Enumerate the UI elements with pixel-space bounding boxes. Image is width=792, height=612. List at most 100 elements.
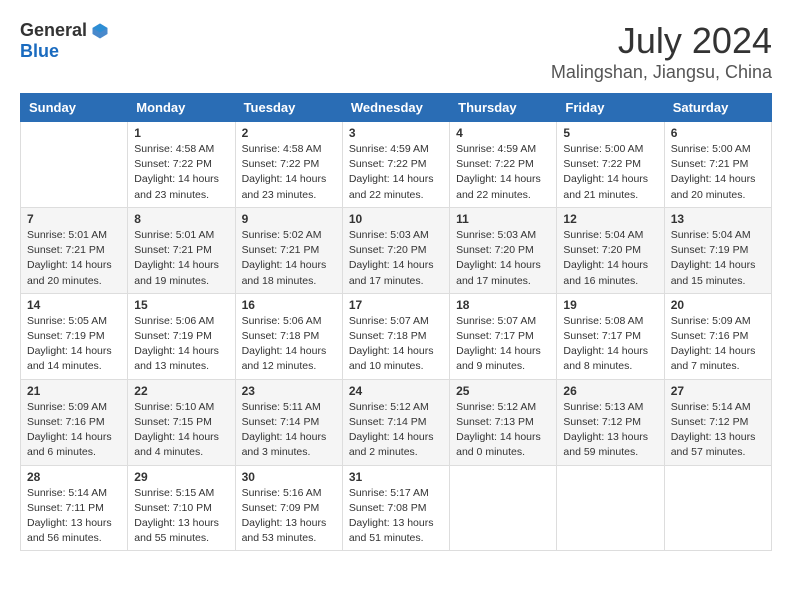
- calendar-header-monday: Monday: [128, 94, 235, 122]
- day-info: Sunrise: 5:05 AMSunset: 7:19 PMDaylight:…: [27, 314, 121, 375]
- calendar-cell: 7Sunrise: 5:01 AMSunset: 7:21 PMDaylight…: [21, 207, 128, 293]
- calendar-cell: 26 Sunrise: 5:13 AMSunset: 7:12 PMDayligh…: [557, 379, 664, 465]
- calendar-cell: 16 Sunrise: 5:06 AMSunset: 7:18 PMDayligh…: [235, 293, 342, 379]
- day-number: 27: [671, 384, 765, 398]
- day-number: 18: [456, 298, 550, 312]
- day-number: 5: [563, 126, 657, 140]
- calendar-header-saturday: Saturday: [664, 94, 771, 122]
- day-number: 8: [134, 212, 228, 226]
- day-info: Sunrise: 5:03 AMSunset: 7:20 PMDaylight:…: [456, 228, 550, 289]
- day-info: Sunrise: 5:08 AMSunset: 7:17 PMDaylight:…: [563, 314, 657, 375]
- calendar-cell: [664, 465, 771, 551]
- calendar-cell: 13 Sunrise: 5:04 AMSunset: 7:19 PMDayligh…: [664, 207, 771, 293]
- calendar-cell: 6 Sunrise: 5:00 AMSunset: 7:21 PMDaylight…: [664, 122, 771, 208]
- calendar-table: SundayMondayTuesdayWednesdayThursdayFrid…: [20, 93, 772, 551]
- day-number: 15: [134, 298, 228, 312]
- calendar-cell: 21Sunrise: 5:09 AMSunset: 7:16 PMDayligh…: [21, 379, 128, 465]
- day-number: 31: [349, 470, 443, 484]
- calendar-cell: [21, 122, 128, 208]
- calendar-cell: 4 Sunrise: 4:59 AMSunset: 7:22 PMDaylight…: [450, 122, 557, 208]
- day-number: 1: [134, 126, 228, 140]
- day-info: Sunrise: 5:07 AMSunset: 7:18 PMDaylight:…: [349, 314, 443, 375]
- calendar-cell: 28Sunrise: 5:14 AMSunset: 7:11 PMDayligh…: [21, 465, 128, 551]
- calendar-week-1: 1 Sunrise: 4:58 AMSunset: 7:22 PMDaylight…: [21, 122, 772, 208]
- logo-icon: [91, 22, 109, 40]
- subtitle: Malingshan, Jiangsu, China: [551, 62, 772, 83]
- calendar-cell: 30 Sunrise: 5:16 AMSunset: 7:09 PMDayligh…: [235, 465, 342, 551]
- day-number: 6: [671, 126, 765, 140]
- day-info: Sunrise: 4:59 AMSunset: 7:22 PMDaylight:…: [349, 142, 443, 203]
- day-info: Sunrise: 5:06 AMSunset: 7:19 PMDaylight:…: [134, 314, 228, 375]
- calendar-week-2: 7Sunrise: 5:01 AMSunset: 7:21 PMDaylight…: [21, 207, 772, 293]
- day-info: Sunrise: 5:15 AMSunset: 7:10 PMDaylight:…: [134, 486, 228, 547]
- day-number: 23: [242, 384, 336, 398]
- calendar-cell: 10Sunrise: 5:03 AMSunset: 7:20 PMDayligh…: [342, 207, 449, 293]
- calendar-cell: 24 Sunrise: 5:12 AMSunset: 7:14 PMDayligh…: [342, 379, 449, 465]
- day-info: Sunrise: 5:03 AMSunset: 7:20 PMDaylight:…: [349, 228, 443, 289]
- calendar-header-tuesday: Tuesday: [235, 94, 342, 122]
- day-number: 19: [563, 298, 657, 312]
- day-number: 28: [27, 470, 121, 484]
- calendar-cell: 29 Sunrise: 5:15 AMSunset: 7:10 PMDayligh…: [128, 465, 235, 551]
- calendar-cell: 17 Sunrise: 5:07 AMSunset: 7:18 PMDayligh…: [342, 293, 449, 379]
- main-title: July 2024: [551, 20, 772, 62]
- calendar-cell: 5 Sunrise: 5:00 AMSunset: 7:22 PMDaylight…: [557, 122, 664, 208]
- calendar-week-3: 14Sunrise: 5:05 AMSunset: 7:19 PMDayligh…: [21, 293, 772, 379]
- day-number: 30: [242, 470, 336, 484]
- day-info: Sunrise: 4:58 AMSunset: 7:22 PMDaylight:…: [134, 142, 228, 203]
- calendar-cell: 15 Sunrise: 5:06 AMSunset: 7:19 PMDayligh…: [128, 293, 235, 379]
- calendar-cell: 14Sunrise: 5:05 AMSunset: 7:19 PMDayligh…: [21, 293, 128, 379]
- day-number: 17: [349, 298, 443, 312]
- day-info: Sunrise: 5:12 AMSunset: 7:14 PMDaylight:…: [349, 400, 443, 461]
- calendar-cell: 2 Sunrise: 4:58 AMSunset: 7:22 PMDaylight…: [235, 122, 342, 208]
- calendar-header-thursday: Thursday: [450, 94, 557, 122]
- day-info: Sunrise: 5:10 AMSunset: 7:15 PMDaylight:…: [134, 400, 228, 461]
- calendar-cell: 19 Sunrise: 5:08 AMSunset: 7:17 PMDayligh…: [557, 293, 664, 379]
- day-info: Sunrise: 5:04 AMSunset: 7:20 PMDaylight:…: [563, 228, 657, 289]
- header: General Blue July 2024 Malingshan, Jiang…: [20, 20, 772, 83]
- day-info: Sunrise: 5:00 AMSunset: 7:22 PMDaylight:…: [563, 142, 657, 203]
- day-number: 2: [242, 126, 336, 140]
- calendar-header-friday: Friday: [557, 94, 664, 122]
- calendar-cell: 22 Sunrise: 5:10 AMSunset: 7:15 PMDayligh…: [128, 379, 235, 465]
- calendar-cell: 23 Sunrise: 5:11 AMSunset: 7:14 PMDayligh…: [235, 379, 342, 465]
- day-number: 26: [563, 384, 657, 398]
- calendar-header-row: SundayMondayTuesdayWednesdayThursdayFrid…: [21, 94, 772, 122]
- day-number: 12: [563, 212, 657, 226]
- day-info: Sunrise: 5:12 AMSunset: 7:13 PMDaylight:…: [456, 400, 550, 461]
- logo: General Blue: [20, 20, 109, 62]
- day-info: Sunrise: 5:00 AMSunset: 7:21 PMDaylight:…: [671, 142, 765, 203]
- day-number: 16: [242, 298, 336, 312]
- day-number: 20: [671, 298, 765, 312]
- calendar-cell: 1 Sunrise: 4:58 AMSunset: 7:22 PMDaylight…: [128, 122, 235, 208]
- calendar-week-5: 28Sunrise: 5:14 AMSunset: 7:11 PMDayligh…: [21, 465, 772, 551]
- day-info: Sunrise: 5:02 AMSunset: 7:21 PMDaylight:…: [242, 228, 336, 289]
- day-number: 4: [456, 126, 550, 140]
- day-info: Sunrise: 4:59 AMSunset: 7:22 PMDaylight:…: [456, 142, 550, 203]
- calendar-week-4: 21Sunrise: 5:09 AMSunset: 7:16 PMDayligh…: [21, 379, 772, 465]
- day-info: Sunrise: 5:01 AMSunset: 7:21 PMDaylight:…: [134, 228, 228, 289]
- calendar-cell: 27 Sunrise: 5:14 AMSunset: 7:12 PMDayligh…: [664, 379, 771, 465]
- calendar-cell: 31 Sunrise: 5:17 AMSunset: 7:08 PMDayligh…: [342, 465, 449, 551]
- title-area: July 2024 Malingshan, Jiangsu, China: [551, 20, 772, 83]
- day-number: 29: [134, 470, 228, 484]
- calendar-header-sunday: Sunday: [21, 94, 128, 122]
- day-number: 21: [27, 384, 121, 398]
- day-info: Sunrise: 5:17 AMSunset: 7:08 PMDaylight:…: [349, 486, 443, 547]
- day-info: Sunrise: 5:16 AMSunset: 7:09 PMDaylight:…: [242, 486, 336, 547]
- day-info: Sunrise: 5:13 AMSunset: 7:12 PMDaylight:…: [563, 400, 657, 461]
- calendar-cell: 20Sunrise: 5:09 AMSunset: 7:16 PMDayligh…: [664, 293, 771, 379]
- day-number: 22: [134, 384, 228, 398]
- day-number: 13: [671, 212, 765, 226]
- day-info: Sunrise: 5:06 AMSunset: 7:18 PMDaylight:…: [242, 314, 336, 375]
- calendar-cell: 12 Sunrise: 5:04 AMSunset: 7:20 PMDayligh…: [557, 207, 664, 293]
- day-info: Sunrise: 5:01 AMSunset: 7:21 PMDaylight:…: [27, 228, 121, 289]
- day-info: Sunrise: 5:14 AMSunset: 7:12 PMDaylight:…: [671, 400, 765, 461]
- calendar-body: 1 Sunrise: 4:58 AMSunset: 7:22 PMDaylight…: [21, 122, 772, 551]
- day-number: 9: [242, 212, 336, 226]
- day-info: Sunrise: 5:04 AMSunset: 7:19 PMDaylight:…: [671, 228, 765, 289]
- day-info: Sunrise: 4:58 AMSunset: 7:22 PMDaylight:…: [242, 142, 336, 203]
- logo-blue-text: Blue: [20, 41, 59, 62]
- day-info: Sunrise: 5:11 AMSunset: 7:14 PMDaylight:…: [242, 400, 336, 461]
- day-number: 24: [349, 384, 443, 398]
